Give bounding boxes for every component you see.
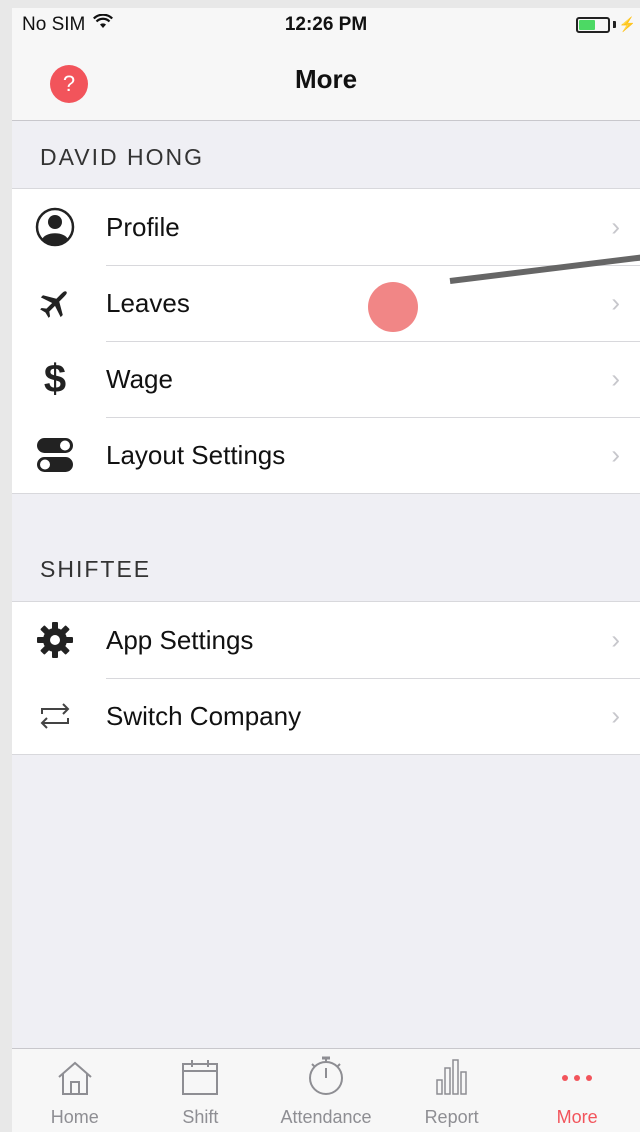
chevron-right-icon: ›: [611, 363, 620, 394]
tab-label-report: Report: [424, 1107, 479, 1127]
switch-icon: [12, 701, 106, 731]
chevron-right-icon: ›: [611, 439, 620, 470]
calendar-icon: [180, 1058, 220, 1101]
tab-label-shift: Shift: [182, 1107, 219, 1127]
row-label-leaves: Leaves: [106, 287, 190, 318]
tab-label-home: Home: [50, 1107, 99, 1127]
home-icon: [55, 1060, 95, 1101]
status-time: 12:26 PM: [284, 14, 368, 35]
row-label-wage: Wage: [106, 363, 173, 394]
tab-shift[interactable]: Shift: [138, 1049, 264, 1132]
section-header-user: DAVID HONG: [40, 144, 204, 170]
tab-label-attendance: Attendance: [280, 1107, 372, 1127]
tab-bar: Home Shift Attendance Report More: [12, 1048, 640, 1132]
battery-tip: [612, 21, 616, 28]
airplane-icon: [12, 285, 106, 321]
profile-icon: [12, 207, 106, 247]
row-label-profile: Profile: [106, 211, 180, 242]
toggle-icon: [12, 435, 106, 475]
tab-report[interactable]: Report: [389, 1049, 515, 1132]
row-leaves[interactable]: Leaves ›: [12, 265, 640, 341]
row-label-app-settings: App Settings: [106, 624, 254, 655]
stopwatch-icon: [306, 1056, 346, 1101]
touch-indicator: [368, 282, 418, 332]
row-app-settings[interactable]: App Settings ›: [12, 602, 640, 678]
row-profile[interactable]: Profile ›: [12, 189, 640, 265]
page-title: More: [294, 64, 358, 94]
status-bar: No SIM 12:26 PM ⚡: [12, 8, 640, 42]
row-label-switch-company: Switch Company: [106, 700, 302, 731]
section-header-app: SHIFTEE: [40, 556, 152, 582]
status-right: ⚡: [575, 16, 636, 33]
chevron-right-icon: ›: [611, 624, 620, 655]
phone-screen: No SIM 12:26 PM ⚡ ? More DAVID HONG Prof…: [12, 8, 640, 1132]
tab-home[interactable]: Home: [12, 1049, 138, 1132]
user-settings-group: Profile › Leaves › $ Wage › Layout Setti…: [12, 188, 640, 494]
tab-attendance[interactable]: Attendance: [263, 1049, 389, 1132]
more-dots-icon: [557, 1060, 597, 1101]
bar-chart-icon: [432, 1058, 472, 1101]
row-layout-settings[interactable]: Layout Settings ›: [12, 417, 640, 493]
row-label-layout-settings: Layout Settings: [106, 439, 286, 470]
row-switch-company[interactable]: Switch Company ›: [12, 678, 640, 754]
dollar-icon: $: [43, 357, 67, 401]
nav-bar: ? More: [12, 42, 640, 121]
charging-icon: ⚡: [618, 16, 636, 32]
tab-more[interactable]: More: [514, 1049, 640, 1132]
app-settings-group: App Settings › Switch Company ›: [12, 601, 640, 755]
chevron-right-icon: ›: [611, 211, 620, 242]
tab-label-more: More: [556, 1107, 598, 1127]
row-wage[interactable]: $ Wage ›: [12, 341, 640, 417]
chevron-right-icon: ›: [611, 287, 620, 318]
chevron-right-icon: ›: [611, 700, 620, 731]
battery-icon: [575, 16, 610, 33]
gear-icon: [12, 621, 106, 659]
